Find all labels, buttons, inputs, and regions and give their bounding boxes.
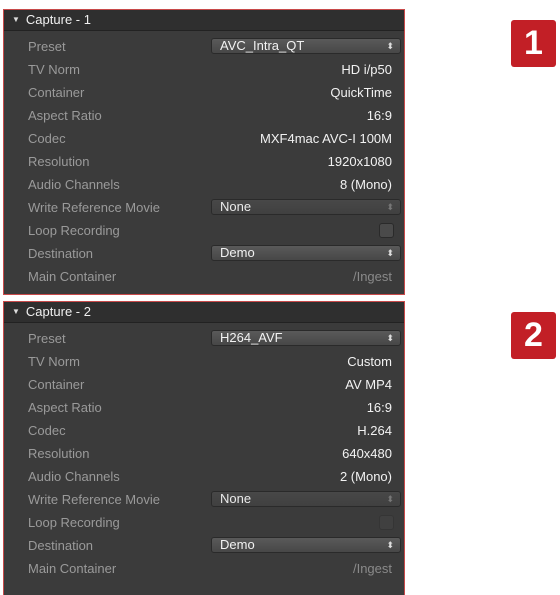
- write-reference-movie-label: Write Reference Movie: [28, 200, 160, 215]
- row-destination: Destination Demo ⬍: [4, 242, 404, 265]
- row-write-reference-movie: Write Reference Movie None ⬍: [4, 488, 404, 511]
- callout-badge-1: 1: [511, 20, 556, 67]
- container-value: AV MP4: [345, 377, 392, 392]
- container-label: Container: [28, 377, 85, 392]
- preset-label: Preset: [28, 331, 66, 346]
- capture-panel-title: Capture - 1: [25, 12, 91, 27]
- main-container-label: Main Container: [28, 269, 117, 284]
- write-reference-movie-value: None: [220, 491, 252, 506]
- updown-arrows-icon: ⬍: [386, 202, 394, 212]
- codec-value: H.264: [357, 423, 392, 438]
- preset-select-value: AVC_Intra_QT: [220, 38, 305, 53]
- aspect-ratio-value: 16:9: [366, 108, 392, 123]
- destination-label: Destination: [28, 246, 94, 261]
- container-label: Container: [28, 85, 85, 100]
- main-container-label: Main Container: [28, 561, 117, 576]
- capture-panel-title: Capture - 2: [25, 304, 91, 319]
- resolution-value: 640x480: [342, 446, 392, 461]
- loop-recording-label: Loop Recording: [28, 515, 120, 530]
- aspect-ratio-label: Aspect Ratio: [28, 108, 102, 123]
- write-reference-movie-label: Write Reference Movie: [28, 492, 160, 507]
- row-loop-recording: Loop Recording: [4, 511, 404, 534]
- preset-select-value: H264_AVF: [220, 330, 283, 345]
- updown-arrows-icon: ⬍: [386, 248, 394, 258]
- row-audio-channels: Audio Channels 8 (Mono): [4, 173, 404, 196]
- row-aspect-ratio: Aspect Ratio 16:9: [4, 396, 404, 419]
- row-loop-recording: Loop Recording: [4, 219, 404, 242]
- row-resolution: Resolution 640x480: [4, 442, 404, 465]
- updown-arrows-icon: ⬍: [386, 540, 394, 550]
- resolution-value: 1920x1080: [327, 154, 392, 169]
- resolution-label: Resolution: [28, 446, 90, 461]
- updown-arrows-icon: ⬍: [386, 494, 394, 504]
- loop-recording-checkbox[interactable]: [379, 223, 394, 238]
- loop-recording-checkbox[interactable]: [379, 515, 394, 530]
- disclosure-triangle-icon[interactable]: ▼: [12, 10, 20, 30]
- destination-select[interactable]: Demo ⬍: [211, 245, 401, 261]
- audio-channels-label: Audio Channels: [28, 469, 120, 484]
- audio-channels-value: 2 (Mono): [339, 469, 392, 484]
- destination-select-value: Demo: [220, 537, 255, 552]
- capture-panel-1: ▼ Capture - 1 Preset AVC_Intra_QT ⬍ TV N…: [3, 9, 405, 295]
- row-container: Container QuickTime: [4, 81, 404, 104]
- capture-panel-2: ▼ Capture - 2 Preset H264_AVF ⬍ TV Norm …: [3, 301, 405, 595]
- row-aspect-ratio: Aspect Ratio 16:9: [4, 104, 404, 127]
- preset-select[interactable]: H264_AVF ⬍: [211, 330, 401, 346]
- row-tv-norm: TV Norm HD i/p50: [4, 58, 404, 81]
- write-reference-movie-value: None: [220, 199, 252, 214]
- destination-select[interactable]: Demo ⬍: [211, 537, 401, 553]
- row-tv-norm: TV Norm Custom: [4, 350, 404, 373]
- aspect-ratio-value: 16:9: [366, 400, 392, 415]
- codec-label: Codec: [28, 131, 66, 146]
- container-value: QuickTime: [330, 85, 392, 100]
- row-resolution: Resolution 1920x1080: [4, 150, 404, 173]
- row-preset: Preset H264_AVF ⬍: [4, 327, 404, 350]
- row-write-reference-movie: Write Reference Movie None ⬍: [4, 196, 404, 219]
- tv-norm-value: HD i/p50: [341, 62, 392, 77]
- capture-panel-header[interactable]: ▼ Capture - 1: [4, 10, 404, 31]
- tv-norm-value: Custom: [347, 354, 392, 369]
- aspect-ratio-label: Aspect Ratio: [28, 400, 102, 415]
- codec-label: Codec: [28, 423, 66, 438]
- resolution-label: Resolution: [28, 154, 90, 169]
- disclosure-triangle-icon[interactable]: ▼: [12, 302, 20, 322]
- row-audio-channels: Audio Channels 2 (Mono): [4, 465, 404, 488]
- updown-arrows-icon: ⬍: [386, 333, 394, 343]
- main-container-value: /Ingest: [352, 561, 392, 576]
- audio-channels-label: Audio Channels: [28, 177, 120, 192]
- loop-recording-label: Loop Recording: [28, 223, 120, 238]
- destination-label: Destination: [28, 538, 94, 553]
- row-main-container: Main Container /Ingest: [4, 265, 404, 288]
- row-codec: Codec MXF4mac AVC-I 100M: [4, 127, 404, 150]
- row-container: Container AV MP4: [4, 373, 404, 396]
- main-container-value: /Ingest: [352, 269, 392, 284]
- row-preset: Preset AVC_Intra_QT ⬍: [4, 35, 404, 58]
- destination-select-value: Demo: [220, 245, 255, 260]
- row-main-container: Main Container /Ingest: [4, 557, 404, 580]
- codec-value: MXF4mac AVC-I 100M: [260, 131, 392, 146]
- write-reference-movie-select[interactable]: None ⬍: [211, 491, 401, 507]
- preset-label: Preset: [28, 39, 66, 54]
- row-codec: Codec H.264: [4, 419, 404, 442]
- row-destination: Destination Demo ⬍: [4, 534, 404, 557]
- updown-arrows-icon: ⬍: [386, 41, 394, 51]
- tv-norm-label: TV Norm: [28, 354, 80, 369]
- audio-channels-value: 8 (Mono): [339, 177, 392, 192]
- write-reference-movie-select[interactable]: None ⬍: [211, 199, 401, 215]
- preset-select[interactable]: AVC_Intra_QT ⬍: [211, 38, 401, 54]
- capture-panel-header[interactable]: ▼ Capture - 2: [4, 302, 404, 323]
- tv-norm-label: TV Norm: [28, 62, 80, 77]
- callout-badge-2: 2: [511, 312, 556, 359]
